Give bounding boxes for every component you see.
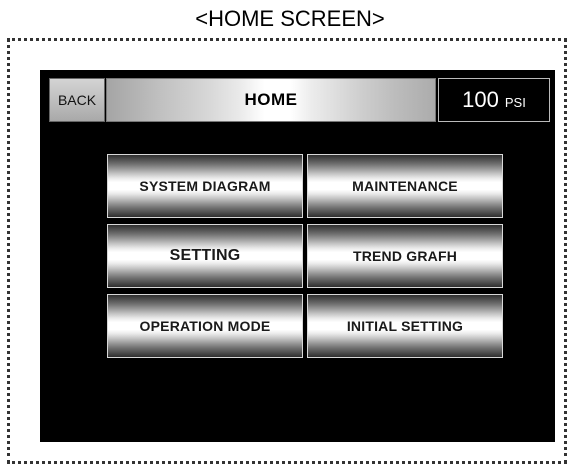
- title-bar: HOME: [106, 78, 436, 122]
- pressure-value: 100: [462, 87, 499, 112]
- header-bar: BACK HOME 100 PSI: [49, 78, 550, 122]
- hmi-screen: BACK HOME 100 PSI SYSTEM DIAGRAM MAINTEN…: [40, 70, 555, 442]
- setting-button[interactable]: SETTING: [107, 224, 303, 288]
- screen-caption: <HOME SCREEN>: [195, 6, 385, 31]
- back-button[interactable]: BACK: [49, 78, 105, 122]
- maintenance-button[interactable]: MAINTENANCE: [307, 154, 503, 218]
- operation-mode-button[interactable]: OPERATION MODE: [107, 294, 303, 358]
- initial-setting-button[interactable]: INITIAL SETTING: [307, 294, 503, 358]
- pressure-display: 100 PSI: [438, 78, 550, 122]
- page-title: HOME: [244, 90, 298, 109]
- trend-graph-button[interactable]: TREND GRAFH: [307, 224, 503, 288]
- system-diagram-button[interactable]: SYSTEM DIAGRAM: [107, 154, 303, 218]
- pressure-unit: PSI: [504, 95, 526, 110]
